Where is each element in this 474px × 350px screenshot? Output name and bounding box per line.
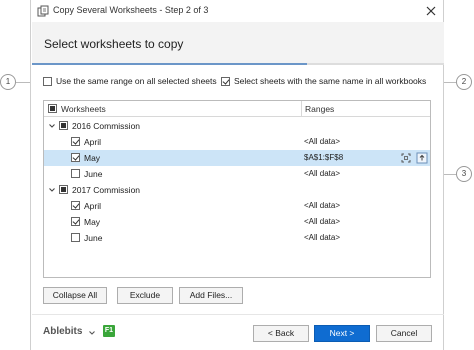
workbook-checkbox[interactable]	[59, 121, 68, 130]
chevron-down-icon[interactable]	[88, 329, 96, 337]
column-divider[interactable]	[301, 101, 302, 117]
tree-sheet-row[interactable]: April <All data>	[44, 198, 430, 214]
same-name-checkbox[interactable]	[221, 77, 230, 86]
worksheets-tree[interactable]: Worksheets Ranges 2016 Commission April <A…	[43, 100, 431, 278]
copy-worksheets-dialog: Copy Several Worksheets - Step 2 of 3 Se…	[30, 0, 444, 350]
sheet-name: April	[84, 137, 102, 147]
tree-header: Worksheets Ranges	[44, 101, 430, 117]
wizard-step-progress-fill	[32, 63, 307, 65]
callout-3: 3	[456, 166, 472, 182]
sheet-name: May	[84, 153, 101, 163]
page-title: Select worksheets to copy	[44, 37, 184, 51]
sheet-range[interactable]: <All data>	[304, 233, 340, 242]
same-range-label[interactable]: Use the same range on all selected sheet…	[56, 76, 217, 86]
tree-group-row[interactable]: 2016 Commission	[44, 118, 430, 134]
exclude-button[interactable]: Exclude	[117, 287, 173, 304]
next-button[interactable]: Next >	[314, 325, 370, 342]
sheet-range[interactable]: <All data>	[304, 201, 340, 210]
window-title: Copy Several Worksheets - Step 2 of 3	[53, 5, 209, 15]
workbook-checkbox[interactable]	[59, 185, 68, 194]
select-range-icon[interactable]	[400, 152, 412, 164]
sheet-checkbox[interactable]	[71, 169, 80, 178]
sheet-checkbox[interactable]	[71, 201, 80, 210]
sheet-range[interactable]: <All data>	[304, 217, 340, 226]
close-icon[interactable]	[423, 3, 439, 19]
sheet-name: April	[84, 201, 102, 211]
sheet-checkbox[interactable]	[71, 137, 80, 146]
sheet-range[interactable]: <All data>	[304, 137, 340, 146]
footer-separator	[32, 314, 444, 315]
sheet-checkbox[interactable]	[71, 153, 80, 162]
sheet-checkbox[interactable]	[71, 233, 80, 242]
column-header-worksheets[interactable]: Worksheets	[61, 104, 106, 114]
expand-chevron-icon[interactable]	[48, 122, 56, 130]
help-f1-badge[interactable]: F1	[103, 325, 115, 337]
tree-sheet-row[interactable]: May <All data>	[44, 214, 430, 230]
sheet-checkbox[interactable]	[71, 217, 80, 226]
same-name-label[interactable]: Select sheets with the same name in all …	[234, 76, 426, 86]
tree-sheet-row[interactable]: June <All data>	[44, 230, 430, 246]
ablebits-brand[interactable]: Ablebits	[43, 326, 82, 337]
workbook-name: 2017 Commission	[72, 185, 141, 195]
expand-chevron-icon[interactable]	[48, 186, 56, 194]
sheet-name: June	[84, 233, 103, 243]
copy-sheets-icon	[37, 5, 49, 17]
tree-sheet-row[interactable]: April <All data>	[44, 134, 430, 150]
wizard-step-progress	[32, 63, 444, 65]
sheet-name: May	[84, 217, 101, 227]
tree-group-row[interactable]: 2017 Commission	[44, 182, 430, 198]
select-all-checkbox[interactable]	[48, 104, 57, 113]
callout-2: 2	[456, 74, 472, 90]
workbook-name: 2016 Commission	[72, 121, 141, 131]
upload-icon[interactable]	[416, 152, 428, 164]
sheet-name: June	[84, 169, 103, 179]
same-range-checkbox[interactable]	[43, 77, 52, 86]
add-files-button[interactable]: Add Files...	[179, 287, 243, 304]
back-button[interactable]: < Back	[253, 325, 309, 342]
sheet-range[interactable]: $A$1:$F$8	[304, 153, 343, 162]
callout-1: 1	[0, 74, 16, 90]
title-bar: Copy Several Worksheets - Step 2 of 3	[31, 0, 443, 22]
tree-sheet-row[interactable]: June <All data>	[44, 166, 430, 182]
sheet-range[interactable]: <All data>	[304, 169, 340, 178]
column-header-ranges[interactable]: Ranges	[305, 104, 334, 114]
cancel-button[interactable]: Cancel	[376, 325, 432, 342]
wizard-header: Select worksheets to copy	[32, 22, 444, 64]
collapse-all-button[interactable]: Collapse All	[43, 287, 107, 304]
tree-sheet-row[interactable]: May $A$1:$F$8	[44, 150, 430, 166]
